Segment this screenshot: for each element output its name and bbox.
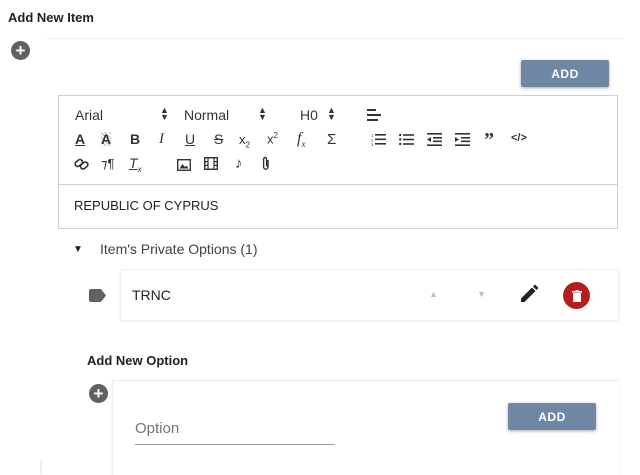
- background-color-icon[interactable]: A: [101, 132, 112, 146]
- direction-icon[interactable]: ⁊¶: [101, 157, 114, 170]
- size-select-caret-icon[interactable]: ▲ ▼: [258, 106, 267, 122]
- arrow-up-icon[interactable]: ▲: [429, 289, 438, 299]
- formula-icon[interactable]: fx: [297, 130, 305, 149]
- align-icon[interactable]: [367, 109, 382, 127]
- delete-icon[interactable]: [563, 282, 590, 309]
- strike-icon[interactable]: S: [214, 132, 223, 146]
- svg-text:3: 3: [371, 142, 374, 146]
- add-option-button[interactable]: ADD: [508, 403, 596, 430]
- font-select-caret-icon[interactable]: ▲ ▼: [160, 106, 169, 122]
- heading-select[interactable]: H0: [300, 107, 318, 123]
- edit-icon[interactable]: [519, 284, 539, 309]
- option-label: TRNC: [132, 287, 171, 303]
- audio-icon[interactable]: ♪: [235, 156, 243, 171]
- left-rule: [40, 460, 42, 474]
- font-color-icon[interactable]: A: [75, 132, 85, 146]
- sum-icon[interactable]: Σ: [327, 132, 336, 147]
- code-icon[interactable]: </>: [511, 133, 527, 144]
- arrow-down-icon[interactable]: ▼: [477, 289, 486, 299]
- ordered-list-icon[interactable]: 123: [371, 133, 386, 151]
- option-input-placeholder: Option: [135, 420, 180, 437]
- rich-text-editor: Arial ▲ ▼ Normal ▲ ▼ H0 ▲ ▼ A A B I U S x2 …: [58, 95, 618, 229]
- new-option-card: ADD Option: [112, 380, 619, 475]
- image-icon[interactable]: [176, 158, 192, 176]
- bullet-list-icon[interactable]: [399, 133, 414, 151]
- video-icon[interactable]: [203, 156, 219, 175]
- page-title: Add New Item: [8, 10, 94, 25]
- indent-icon[interactable]: [455, 133, 470, 151]
- heading-select-caret-icon[interactable]: ▲ ▼: [327, 106, 336, 122]
- superscript-icon[interactable]: x2: [267, 132, 278, 146]
- link-icon[interactable]: [74, 157, 89, 176]
- caret-down-icon[interactable]: ▼: [73, 244, 83, 255]
- clear-format-icon[interactable]: Tx: [129, 156, 142, 174]
- underline-icon[interactable]: U: [185, 132, 195, 146]
- bold-icon[interactable]: B: [130, 132, 140, 146]
- add-item-plus-icon[interactable]: +: [11, 41, 30, 60]
- italic-icon[interactable]: I: [159, 132, 164, 147]
- editor-content[interactable]: REPUBLIC OF CYPRUS: [74, 198, 218, 213]
- attachment-icon[interactable]: [261, 156, 271, 176]
- outdent-icon[interactable]: [427, 133, 442, 151]
- header-divider: [46, 38, 624, 39]
- blockquote-icon[interactable]: ”: [484, 130, 494, 150]
- list-item: TRNC ▲ ▼: [120, 269, 619, 321]
- subscript-icon[interactable]: x2: [239, 133, 250, 150]
- private-options-label[interactable]: Item's Private Options (1): [100, 241, 258, 257]
- font-select[interactable]: Arial: [75, 107, 103, 123]
- size-select[interactable]: Normal: [184, 107, 229, 123]
- tag-icon: [89, 289, 106, 302]
- add-option-plus-icon[interactable]: +: [89, 384, 108, 403]
- option-input[interactable]: Option: [135, 417, 335, 445]
- add-item-button[interactable]: ADD: [521, 60, 609, 87]
- new-option-title: Add New Option: [87, 353, 189, 368]
